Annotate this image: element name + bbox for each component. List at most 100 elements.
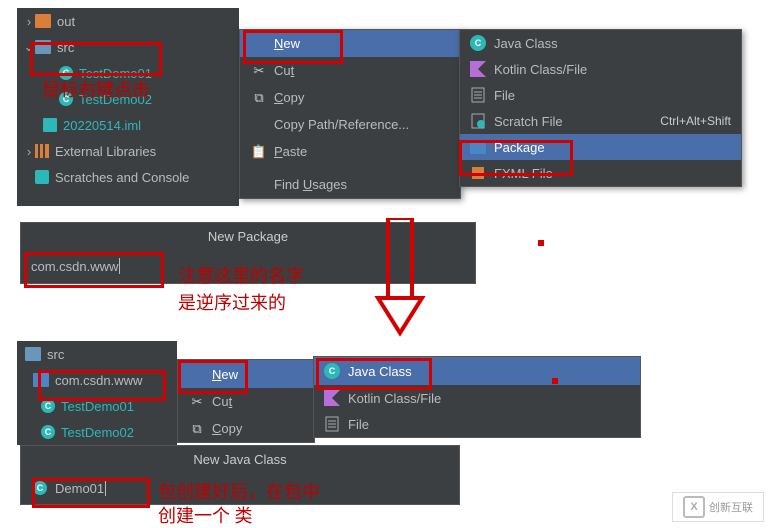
folder-icon [35, 40, 51, 54]
menu-label: Copy Path/Reference... [274, 117, 409, 132]
annotation-text: 是逆序过来的 [178, 289, 286, 315]
tree-label: src [57, 40, 74, 55]
class-icon: C [59, 92, 73, 106]
dialog-title: New Java Class [21, 446, 459, 472]
tree-label: External Libraries [55, 144, 156, 159]
menu-label: Cut [212, 394, 232, 409]
menu-label: File [494, 88, 515, 103]
class-icon: C [41, 425, 55, 439]
menu-label: Kotlin Class/File [494, 62, 587, 77]
tree-item-out[interactable]: › out [17, 8, 239, 34]
class-icon: C [59, 66, 73, 80]
menu-label: Paste [274, 144, 307, 159]
tree-item-testdemo02[interactable]: C TestDemo02 [17, 86, 239, 112]
submenu-item-kotlin[interactable]: Kotlin Class/File [314, 385, 640, 411]
class-icon: C [470, 35, 486, 51]
new-submenu-2[interactable]: C Java Class Kotlin Class/File File [313, 356, 641, 438]
tree-item-testdemo01[interactable]: C TestDemo01 [17, 393, 177, 419]
submenu-item-fxml[interactable]: FXML File [460, 160, 741, 186]
tree-label: out [57, 14, 75, 29]
menu-item-new[interactable]: New [178, 360, 314, 388]
tree-item-external-libraries[interactable]: › External Libraries [17, 138, 239, 164]
tree-label: src [47, 347, 64, 362]
fxml-icon [470, 165, 486, 181]
tree-label: com.csdn.www [55, 373, 142, 388]
tree-item-scratches[interactable]: Scratches and Console [17, 164, 239, 190]
scratch-file-icon [470, 113, 486, 129]
input-value: com.csdn.www [31, 259, 118, 274]
menu-label: FXML File [494, 166, 553, 181]
class-name-input[interactable]: C Demo01 [21, 472, 459, 504]
scratch-icon [35, 170, 49, 184]
package-icon [470, 141, 486, 154]
folder-icon [25, 347, 41, 361]
menu-item-new[interactable]: New [240, 30, 460, 57]
class-icon: C [41, 399, 55, 413]
copy-icon: ⧉ [250, 90, 268, 106]
file-icon [324, 416, 340, 432]
project-tree-2[interactable]: src com.csdn.www C TestDemo01 C TestDemo… [17, 341, 177, 445]
menu-label: Java Class [494, 36, 558, 51]
submenu-item-file[interactable]: File [460, 82, 741, 108]
submenu-item-kotlin[interactable]: Kotlin Class/File [460, 56, 741, 82]
tree-label: TestDemo02 [61, 425, 134, 440]
folder-icon [35, 14, 51, 28]
text-cursor [119, 258, 120, 274]
submenu-item-file[interactable]: File [314, 411, 640, 437]
libs-icon [35, 144, 49, 158]
annotation-text: 创建一个 类 [158, 502, 253, 528]
menu-item-find-usages[interactable]: Find Usages [240, 171, 460, 198]
menu-item-cut[interactable]: ✂ Cut [178, 388, 314, 415]
watermark: X创新互联 [672, 492, 764, 522]
shortcut-label: Ctrl+Alt+Shift [660, 114, 731, 128]
submenu-item-java-class[interactable]: C Java Class [314, 357, 640, 385]
menu-label: File [348, 417, 369, 432]
class-icon: C [324, 363, 340, 379]
menu-item-copy[interactable]: ⧉ Copy [178, 415, 314, 442]
new-package-dialog[interactable]: New Package com.csdn.www [20, 222, 476, 284]
tree-label: TestDemo02 [79, 92, 152, 107]
tree-label: TestDemo01 [79, 66, 152, 81]
clipboard-icon: 📋 [250, 144, 268, 160]
chevron-right-icon: › [23, 14, 35, 29]
tree-label: 20220514.iml [63, 118, 141, 133]
kotlin-icon [324, 390, 340, 406]
package-icon [33, 373, 49, 387]
menu-label: Copy [212, 421, 242, 436]
tree-item-iml[interactable]: 20220514.iml [17, 112, 239, 138]
tree-item-package[interactable]: com.csdn.www [17, 367, 177, 393]
menu-item-copy[interactable]: ⧉ Copy [240, 84, 460, 111]
file-icon [470, 87, 486, 103]
menu-item-cut[interactable]: ✂ Cut [240, 57, 460, 84]
submenu-item-package[interactable]: Package [460, 134, 741, 160]
copy-icon: ⧉ [188, 421, 206, 437]
submenu-item-java-class[interactable]: C Java Class [460, 30, 741, 56]
chevron-right-icon: › [23, 144, 35, 159]
package-name-input[interactable]: com.csdn.www [21, 249, 475, 283]
chevron-down-icon: ⌄ [23, 39, 35, 55]
tree-item-testdemo01[interactable]: C TestDemo01 [17, 60, 239, 86]
iml-icon [43, 118, 57, 132]
menu-label: Package [494, 140, 545, 155]
menu-label: Find Usages [274, 177, 347, 192]
tree-item-src[interactable]: src [17, 341, 177, 367]
dialog-title: New Package [21, 223, 475, 249]
menu-label: Scratch File [494, 114, 563, 129]
menu-item-copy-path[interactable]: Copy Path/Reference... [240, 111, 460, 138]
scissors-icon: ✂ [188, 394, 206, 410]
context-menu-2[interactable]: New ✂ Cut ⧉ Copy [177, 359, 315, 443]
new-java-class-dialog[interactable]: New Java Class C Demo01 [20, 445, 460, 505]
new-submenu[interactable]: C Java Class Kotlin Class/File File Scra… [459, 29, 742, 187]
menu-label: Copy [274, 90, 304, 105]
menu-label: New [212, 367, 238, 382]
menu-item-paste[interactable]: 📋 Paste [240, 138, 460, 165]
menu-label: Cut [274, 63, 294, 78]
tree-item-testdemo02[interactable]: C TestDemo02 [17, 419, 177, 445]
watermark-text: 创新互联 [709, 499, 753, 515]
submenu-item-scratch-file[interactable]: Scratch File Ctrl+Alt+Shift [460, 108, 741, 134]
context-menu[interactable]: New ✂ Cut ⧉ Copy Copy Path/Reference... … [239, 29, 461, 199]
kotlin-icon [470, 61, 486, 77]
tree-item-src[interactable]: ⌄ src [17, 34, 239, 60]
project-tree[interactable]: › out ⌄ src C TestDemo01 C TestDemo02 20… [17, 8, 239, 206]
red-dot [538, 240, 544, 246]
